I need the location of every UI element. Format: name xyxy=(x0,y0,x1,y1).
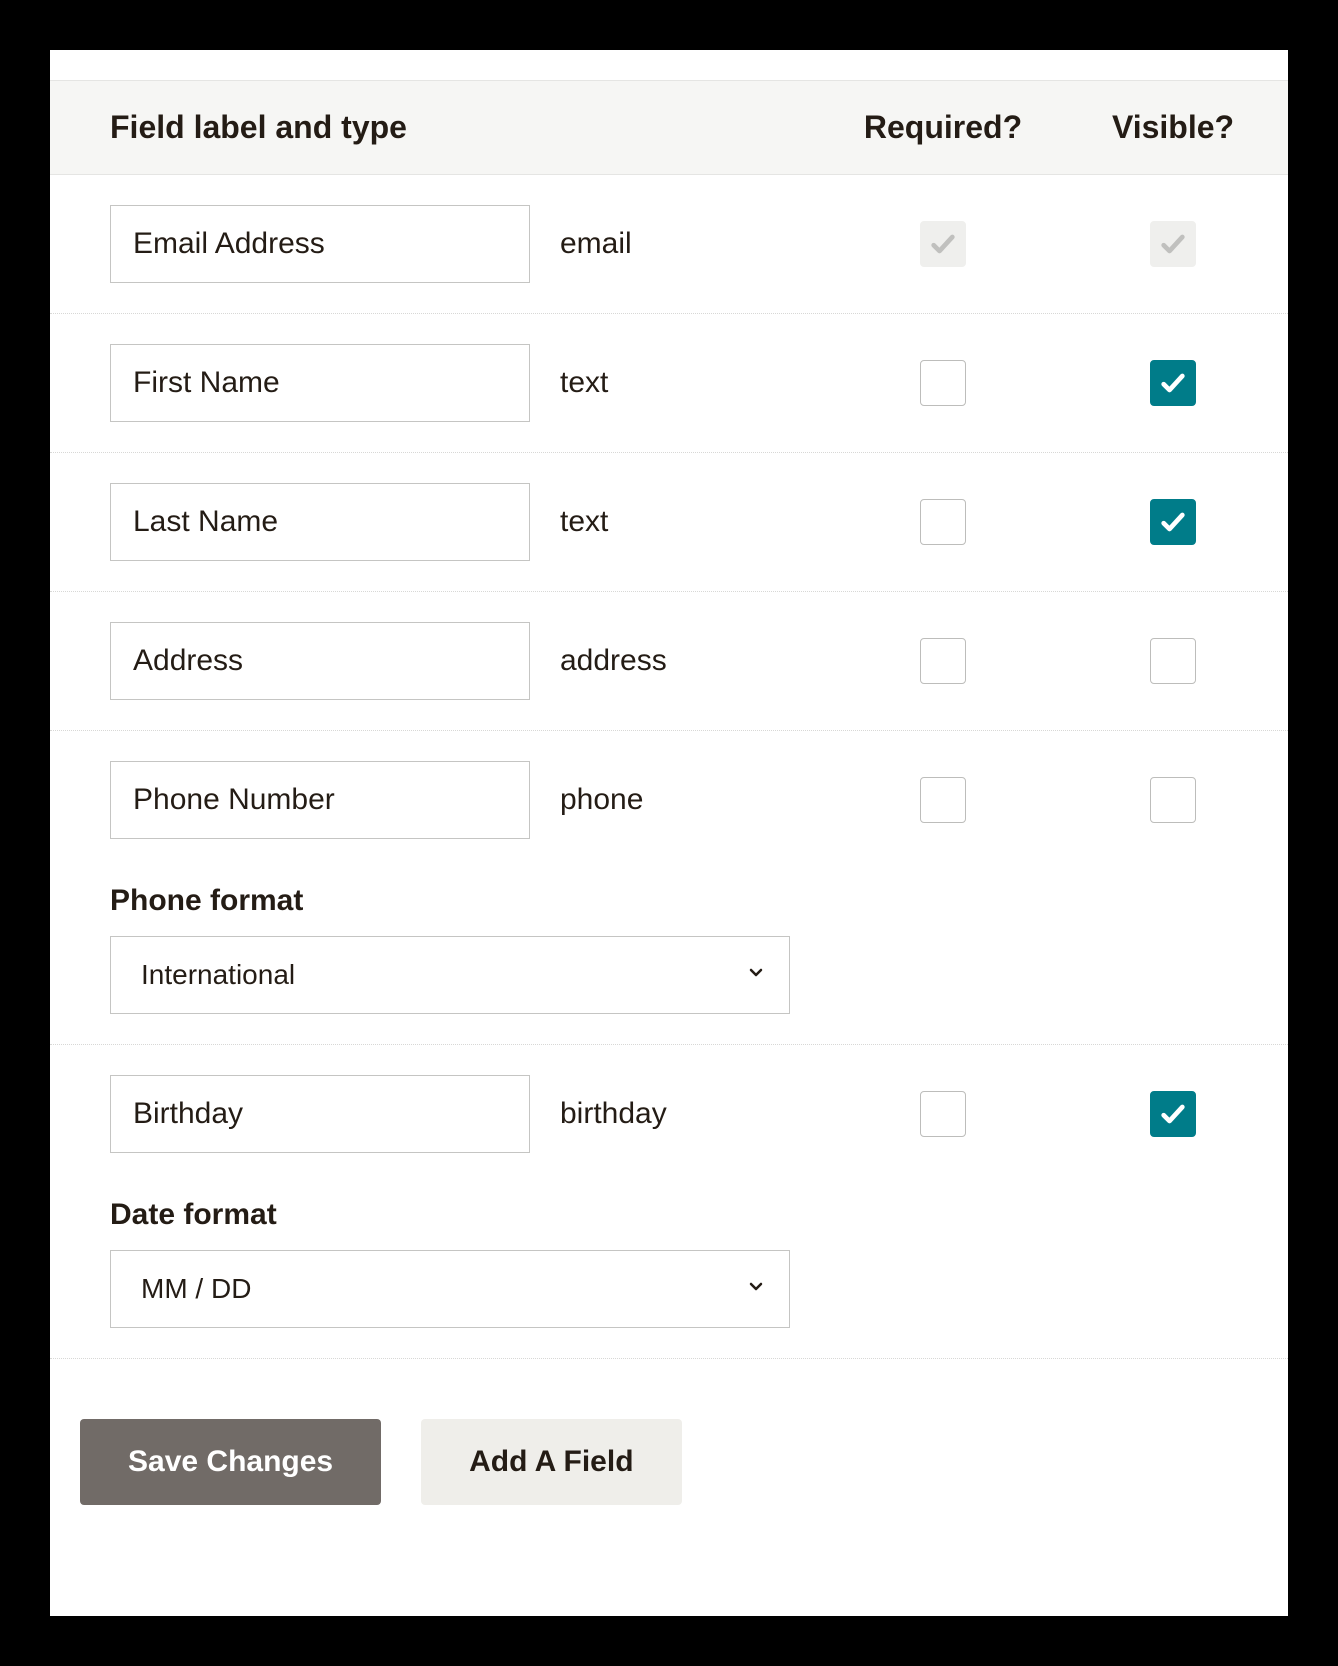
visible-checkbox xyxy=(1150,221,1196,267)
field-row-main: phone xyxy=(110,761,1288,839)
field-type-text: birthday xyxy=(530,1097,828,1131)
field-row: text xyxy=(50,314,1288,453)
field-label-input[interactable] xyxy=(110,344,530,422)
required-checkbox[interactable] xyxy=(920,1091,966,1137)
required-cell xyxy=(828,360,1058,406)
col-header-visible: Visible? xyxy=(1058,109,1288,146)
form-fields-panel: Field label and type Required? Visible? … xyxy=(50,50,1288,1616)
visible-cell xyxy=(1058,499,1288,545)
subformat-select[interactable]: MM / DD xyxy=(110,1250,790,1328)
field-type-text: phone xyxy=(530,783,828,817)
required-checkbox[interactable] xyxy=(920,360,966,406)
field-label-input[interactable] xyxy=(110,622,530,700)
field-row-main: text xyxy=(110,344,1288,422)
field-row: text xyxy=(50,453,1288,592)
add-field-button[interactable]: Add A Field xyxy=(421,1419,681,1505)
footer-actions: Save Changes Add A Field xyxy=(50,1358,1288,1505)
field-label-input[interactable] xyxy=(110,761,530,839)
visible-checkbox[interactable] xyxy=(1150,360,1196,406)
subformat-select-value[interactable]: International xyxy=(110,936,790,1014)
subformat-label: Date format xyxy=(110,1198,1288,1232)
col-header-label: Field label and type xyxy=(110,109,828,146)
field-label-input[interactable] xyxy=(110,483,530,561)
field-row-main: email xyxy=(110,205,1288,283)
save-button[interactable]: Save Changes xyxy=(80,1419,381,1505)
required-checkbox[interactable] xyxy=(920,638,966,684)
field-row: phone Phone format International xyxy=(50,731,1288,1045)
field-type-text: text xyxy=(530,505,828,539)
field-label-input[interactable] xyxy=(110,1075,530,1153)
required-cell xyxy=(828,1091,1058,1137)
col-header-required: Required? xyxy=(828,109,1058,146)
field-row-main: birthday xyxy=(110,1075,1288,1153)
required-checkbox[interactable] xyxy=(920,499,966,545)
field-row-main: address xyxy=(110,622,1288,700)
visible-cell xyxy=(1058,221,1288,267)
visible-cell xyxy=(1058,1091,1288,1137)
field-label-input[interactable] xyxy=(110,205,530,283)
subformat-select-value[interactable]: MM / DD xyxy=(110,1250,790,1328)
field-type-text: address xyxy=(530,644,828,678)
field-row: birthday Date format MM / DD xyxy=(50,1045,1288,1358)
table-header: Field label and type Required? Visible? xyxy=(50,80,1288,175)
required-cell xyxy=(828,499,1058,545)
visible-checkbox[interactable] xyxy=(1150,777,1196,823)
required-cell xyxy=(828,638,1058,684)
fields-list: email text text address phone Phone format Int… xyxy=(50,175,1288,1358)
field-type-text: text xyxy=(530,366,828,400)
field-type-text: email xyxy=(530,227,828,261)
required-checkbox xyxy=(920,221,966,267)
subformat-select[interactable]: International xyxy=(110,936,790,1014)
required-cell xyxy=(828,221,1058,267)
required-checkbox[interactable] xyxy=(920,777,966,823)
required-cell xyxy=(828,777,1058,823)
visible-checkbox[interactable] xyxy=(1150,1091,1196,1137)
field-row-main: text xyxy=(110,483,1288,561)
field-row: address xyxy=(50,592,1288,731)
subformat-label: Phone format xyxy=(110,884,1288,918)
visible-cell xyxy=(1058,777,1288,823)
field-row: email xyxy=(50,175,1288,314)
visible-checkbox[interactable] xyxy=(1150,638,1196,684)
visible-cell xyxy=(1058,638,1288,684)
visible-checkbox[interactable] xyxy=(1150,499,1196,545)
visible-cell xyxy=(1058,360,1288,406)
